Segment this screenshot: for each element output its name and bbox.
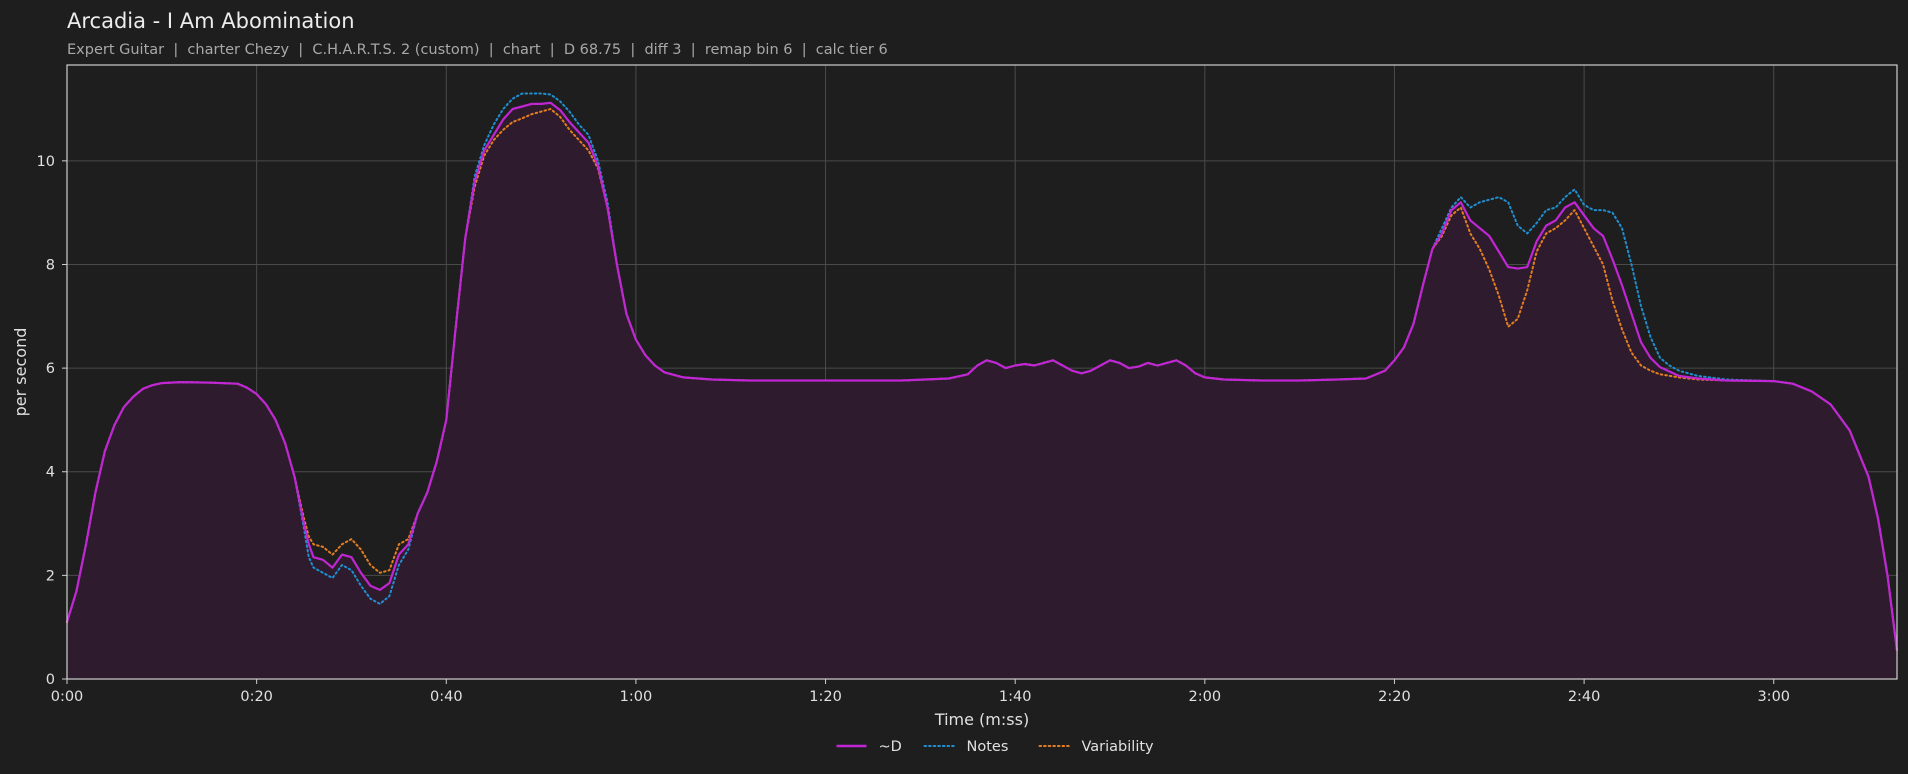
x-tick-label-0: 0:00 bbox=[51, 689, 84, 705]
x-tick-label-2: 0:40 bbox=[430, 689, 463, 705]
x-tick-label-9: 3:00 bbox=[1757, 689, 1790, 705]
x-tick-label-3: 1:00 bbox=[620, 689, 653, 705]
x-axis-label: Time (m:ss) bbox=[934, 710, 1029, 729]
y-axis-label: per second bbox=[11, 328, 30, 417]
x-tick-label-1: 0:20 bbox=[240, 689, 273, 705]
y-tick-label-1: 2 bbox=[46, 568, 55, 584]
chart-title: Arcadia - I Am Abomination bbox=[67, 9, 355, 33]
x-tick-label-5: 1:40 bbox=[999, 689, 1032, 705]
legend-label-1: Notes bbox=[967, 739, 1009, 755]
y-tick-label-4: 8 bbox=[46, 257, 55, 273]
x-tick-label-4: 1:20 bbox=[809, 689, 842, 705]
legend-label-2: Variability bbox=[1082, 739, 1155, 755]
chart-subtitle: Expert Guitar | charter Chezy | C.H.A.R.… bbox=[67, 42, 888, 58]
x-tick-label-8: 2:40 bbox=[1568, 689, 1601, 705]
y-tick-label-5: 10 bbox=[37, 154, 55, 170]
legend: ~D Notes Variability bbox=[836, 739, 1155, 755]
chart-svg: Arcadia - I Am Abomination Expert Guitar… bbox=[0, 0, 1908, 774]
x-tick-label-6: 2:00 bbox=[1189, 689, 1222, 705]
y-tick-label-2: 4 bbox=[46, 465, 55, 481]
x-tick-label-7: 2:20 bbox=[1378, 689, 1411, 705]
legend-label-0: ~D bbox=[879, 739, 902, 755]
chart-figure: Arcadia - I Am Abomination Expert Guitar… bbox=[0, 0, 1908, 774]
y-tick-label-0: 0 bbox=[46, 672, 55, 688]
y-tick-label-3: 6 bbox=[46, 361, 55, 377]
